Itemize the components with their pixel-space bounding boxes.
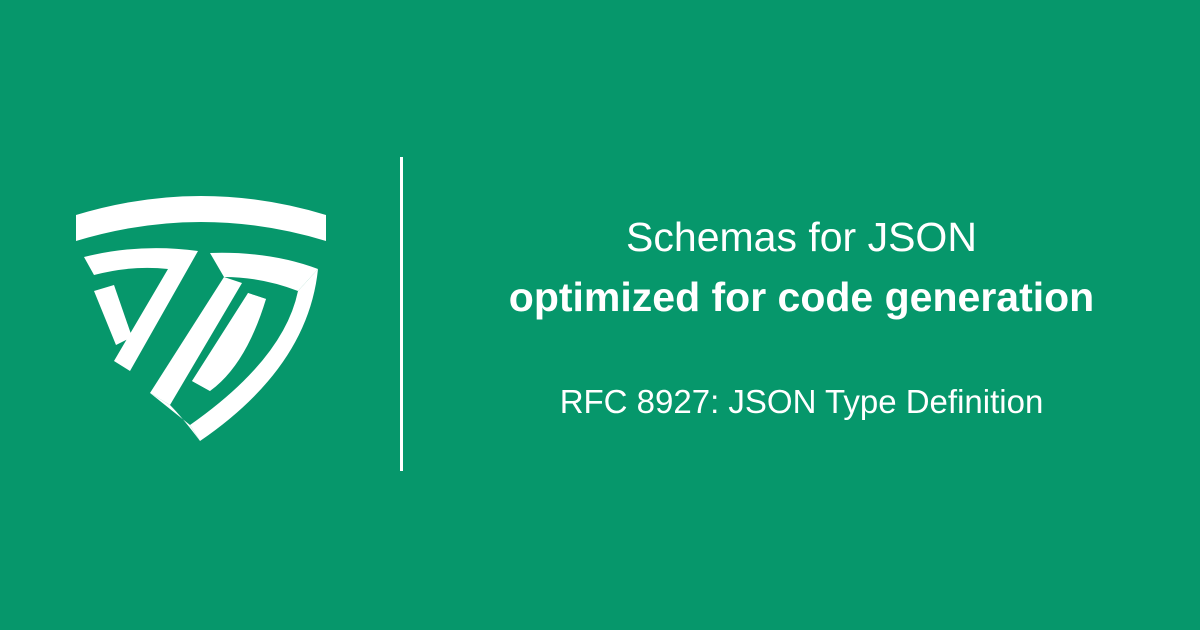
jtd-shield-logo-icon — [76, 196, 326, 441]
subtitle: RFC 8927: JSON Type Definition — [559, 383, 1044, 420]
headline-block: Schemas for JSON optimized for code gene… — [403, 0, 1200, 630]
headline-line-1: Schemas for JSON — [626, 214, 977, 260]
headline-line-2: optimized for code generation — [508, 274, 1095, 320]
